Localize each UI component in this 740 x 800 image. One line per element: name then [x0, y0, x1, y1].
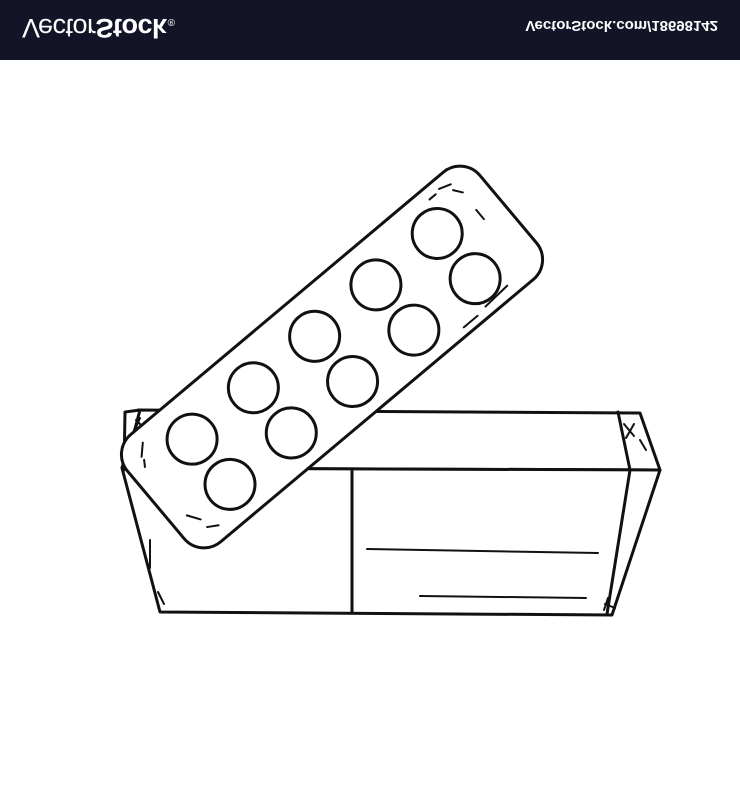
logo-light-text: Vector	[22, 13, 96, 43]
image-credit: VectorStock.com/18698142	[525, 17, 718, 34]
pill-box-illustration	[119, 164, 662, 617]
logo-bold-text: Stock	[95, 13, 167, 43]
watermark-banner: VectorStock® VectorStock.com/18698142	[0, 0, 740, 60]
vectorstock-logo: VectorStock®	[22, 12, 174, 43]
registered-mark: ®	[167, 16, 175, 27]
